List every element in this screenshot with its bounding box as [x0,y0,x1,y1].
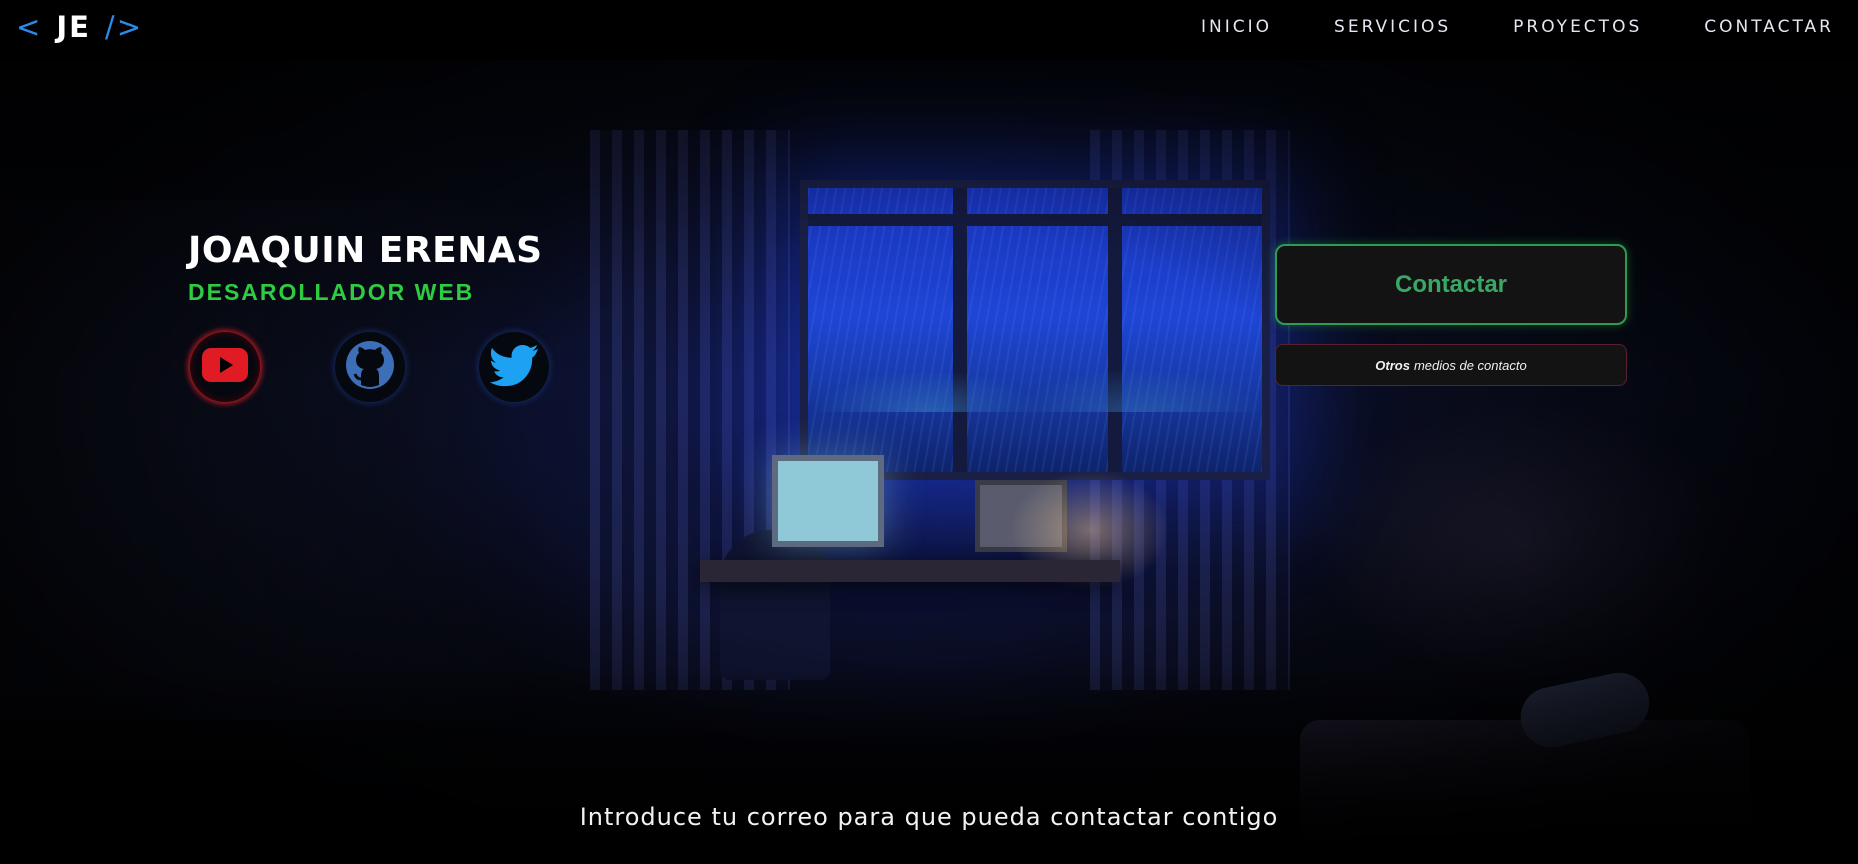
other-contact-rest: medios de contacto [1413,357,1527,373]
nav-item-proyectos[interactable]: PROYECTOS [1513,17,1642,37]
top-navigation-bar: < JE /> INICIO SERVICIOS PROYECTOS CONTACT… [0,0,1858,56]
logo-close-bracket: /> [104,10,143,44]
youtube-icon [201,347,249,387]
twitter-link[interactable] [479,332,549,402]
site-logo[interactable]: < JE /> [16,10,143,44]
contactar-button[interactable]: Contactar [1275,244,1627,325]
main-nav: INICIO SERVICIOS PROYECTOS CONTACTAR [1201,17,1834,37]
hero-role: DESAROLLADOR WEB [188,279,475,305]
youtube-link[interactable] [190,332,260,402]
nav-item-servicios[interactable]: SERVICIOS [1334,17,1451,37]
logo-open-bracket: < [16,10,43,44]
nav-item-contactar[interactable]: CONTACTAR [1704,17,1834,37]
hero-background [0,60,1858,864]
github-link[interactable] [335,332,405,402]
nav-item-inicio[interactable]: INICIO [1201,17,1272,37]
other-contact-bold: Otros [1375,357,1410,373]
hero-name: JOAQUIN ERENAS [188,230,543,271]
other-contact-button[interactable]: Otros medios de contacto [1275,344,1627,386]
github-icon [344,339,396,395]
logo-initials: JE [56,10,91,44]
twitter-icon [489,343,539,391]
email-prompt-heading: Introduce tu correo para que pueda conta… [579,803,1279,831]
